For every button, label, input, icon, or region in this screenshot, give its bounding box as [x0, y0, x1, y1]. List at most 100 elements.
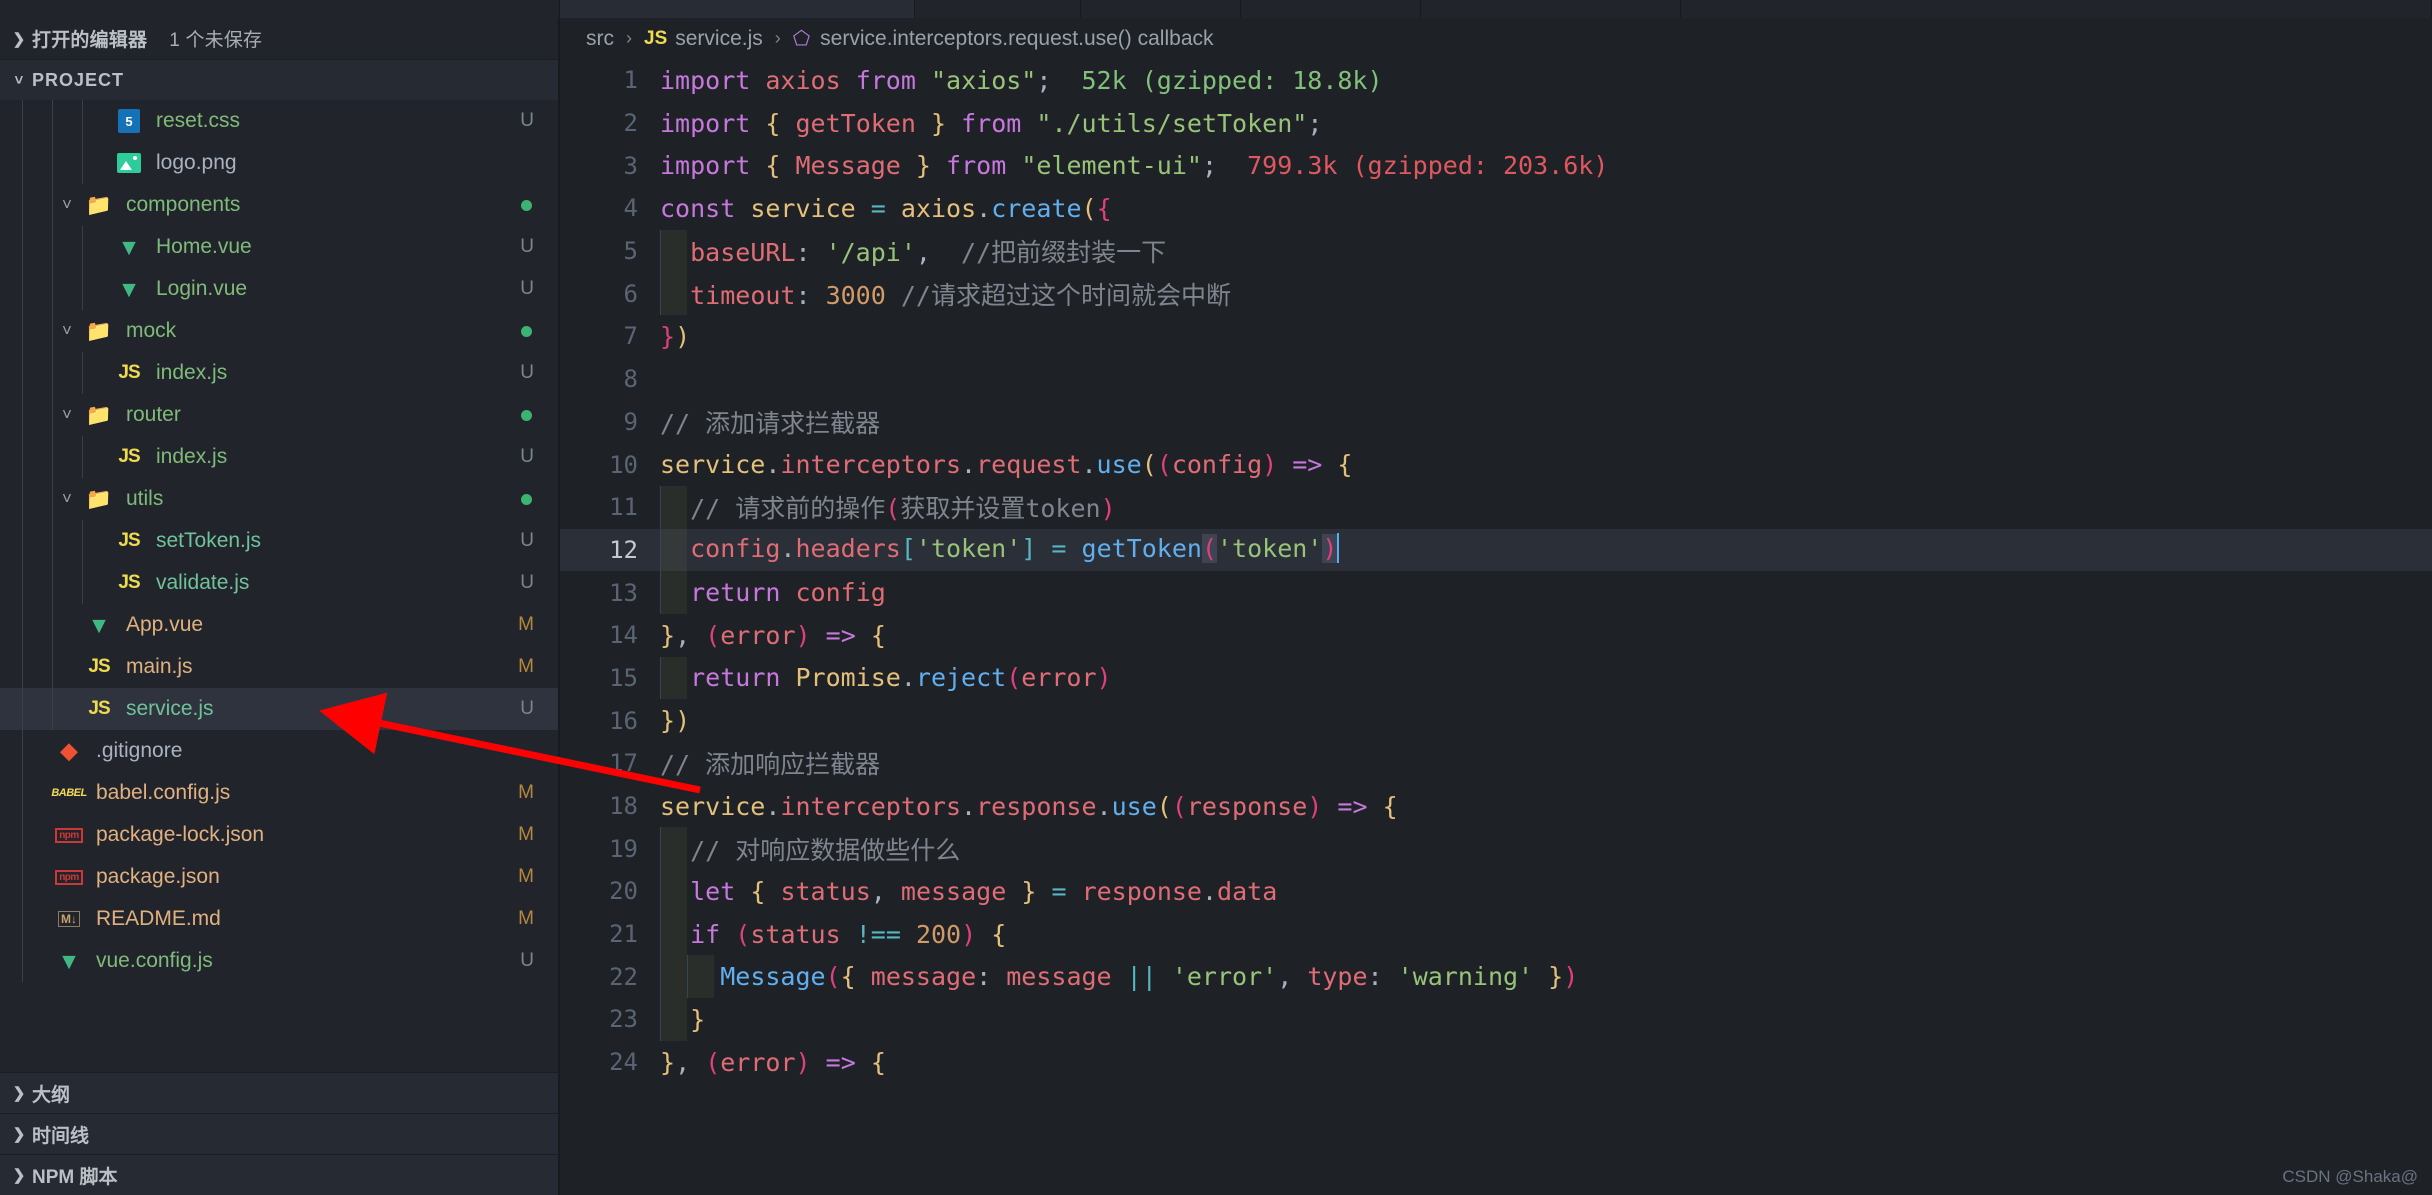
- tree-file-row[interactable]: ◆ .gitignore: [0, 730, 560, 772]
- tree-file-row[interactable]: JS setToken.js U: [0, 520, 560, 562]
- code-line[interactable]: 14}, (error) => {: [560, 614, 2432, 657]
- code-line[interactable]: 15 return Promise.reject(error): [560, 656, 2432, 700]
- breadcrumb-file[interactable]: service.js: [675, 27, 763, 51]
- file-tree[interactable]: 5 reset.css U logo.png ˅ 📁 components ▼ Home.vue…: [0, 100, 560, 1072]
- code-token: [: [900, 534, 916, 564]
- breadcrumb[interactable]: src › JS service.js › ⬠ service.intercep…: [560, 18, 2432, 59]
- tree-folder-row[interactable]: ˅ 📁 components: [0, 184, 560, 226]
- tree-file-row[interactable]: JS main.js M: [0, 646, 560, 688]
- git-status-badge: U: [520, 362, 534, 383]
- tree-file-row[interactable]: 5 reset.css U: [0, 100, 560, 142]
- chevron-down-icon[interactable]: ˅: [52, 321, 82, 341]
- tree-folder-row[interactable]: ˅ 📁 mock: [0, 310, 560, 352]
- indent-guide: [22, 352, 23, 394]
- code-token: 获取并设置token: [900, 494, 1101, 524]
- code-token: 'warning': [1397, 962, 1534, 992]
- code-token: timeout: [690, 280, 796, 310]
- folder-router-icon: 📁: [85, 403, 113, 427]
- line-number: 9: [623, 407, 638, 436]
- sidebar-section-时间线[interactable]: ❯ 时间线: [0, 1113, 560, 1154]
- code-line[interactable]: 10 service.interceptors.request.use((conf…: [560, 443, 2432, 486]
- tab-strip-segment[interactable]: [915, 0, 1081, 18]
- js-file-icon: JS: [118, 572, 140, 593]
- code-token: (: [735, 919, 751, 949]
- breadcrumb-root[interactable]: src: [586, 27, 614, 51]
- tree-file-row[interactable]: BABEL babel.config.js M: [0, 772, 560, 814]
- code-line[interactable]: 11 // 请求前的操作(获取并设置token): [560, 485, 2432, 529]
- line-number: 3: [623, 151, 638, 180]
- indent-guide: [52, 520, 53, 562]
- code-line-text: import { getToken } from "./utils/setTok…: [660, 109, 1322, 138]
- tree-file-row[interactable]: JS index.js U: [0, 352, 560, 394]
- code-line[interactable]: 8: [560, 358, 2432, 401]
- tree-file-row[interactable]: logo.png: [0, 142, 560, 184]
- code-token: // 添加响应拦截器: [660, 750, 881, 780]
- tree-file-row[interactable]: ▼ Login.vue U: [0, 268, 560, 310]
- code-token: .: [961, 450, 977, 480]
- section-open-editors[interactable]: ❯ 打开的编辑器 1 个未保存: [0, 18, 560, 59]
- tree-file-row[interactable]: npm package.json M: [0, 856, 560, 898]
- code-token: {: [1096, 193, 1112, 223]
- code-line[interactable]: 24}, (error) => {: [560, 1041, 2432, 1084]
- code-line[interactable]: 5 baseURL: '/api', //把前缀封装一下: [560, 229, 2432, 273]
- tab-strip-segment[interactable]: [1241, 0, 1421, 18]
- tree-file-row[interactable]: npm package-lock.json M: [0, 814, 560, 856]
- tree-file-row[interactable]: ▼ App.vue M: [0, 604, 560, 646]
- code-line[interactable]: 6 timeout: 3000 //请求超过这个时间就会中断: [560, 272, 2432, 316]
- indent-guide: [52, 436, 53, 478]
- git-status-badge: M: [518, 866, 534, 887]
- chevron-down-icon[interactable]: ˅: [52, 489, 82, 509]
- code-token: // 请求前的操作: [690, 494, 886, 524]
- tab-strip-segment[interactable]: [1681, 0, 2432, 18]
- code-line-text: Message({ message: message || 'error', t…: [660, 962, 1578, 991]
- sidebar-section-NPM 脚本[interactable]: ❯ NPM 脚本: [0, 1154, 560, 1195]
- tree-file-row[interactable]: JS validate.js U: [0, 562, 560, 604]
- code-line[interactable]: 19 // 对响应数据做些什么: [560, 827, 2432, 871]
- code-line[interactable]: 22 Message({ message: message || 'error'…: [560, 955, 2432, 999]
- code-line[interactable]: 12 config.headers['token'] = getToken('t…: [560, 528, 2432, 572]
- tab-strip-segment[interactable]: [1421, 0, 1681, 18]
- tree-folder-row[interactable]: ˅ 📁 utils: [0, 478, 560, 520]
- image-file-icon: [112, 149, 146, 177]
- code-line[interactable]: 9 // 添加请求拦截器: [560, 401, 2432, 444]
- babel-file-icon: BABEL: [51, 787, 87, 799]
- tree-file-row[interactable]: ▼ vue.config.js U: [0, 940, 560, 982]
- tab-strip-segment[interactable]: [1081, 0, 1241, 18]
- tree-file-row[interactable]: JS index.js U: [0, 436, 560, 478]
- code-line[interactable]: 1 import axios from "axios"; 52k (gzipped…: [560, 59, 2432, 102]
- tree-file-row[interactable]: M↓ README.md M: [0, 898, 560, 940]
- code-line[interactable]: 3 import { Message } from "element-ui"; 7…: [560, 144, 2432, 187]
- tree-file-row[interactable]: JS service.js U: [0, 688, 560, 730]
- breadcrumb-symbol[interactable]: service.interceptors.request.use() callb…: [820, 27, 1213, 51]
- tree-folder-row[interactable]: ˅ 📁 router: [0, 394, 560, 436]
- code-line[interactable]: 7}): [560, 315, 2432, 358]
- tree-file-row[interactable]: ▼ Home.vue U: [0, 226, 560, 268]
- code-line[interactable]: 20 let { status, message } = response.da…: [560, 870, 2432, 913]
- indent-guide: [52, 310, 53, 352]
- git-status-badge: M: [518, 782, 534, 803]
- code-line[interactable]: 4 const service = axios.create({: [560, 187, 2432, 230]
- code-line[interactable]: 23 }: [560, 998, 2432, 1041]
- code-lines-container[interactable]: 1 import axios from "axios"; 52k (gzipped…: [560, 59, 2432, 1195]
- chevron-down-icon[interactable]: ˅: [52, 405, 82, 425]
- line-number: 1: [623, 66, 638, 95]
- code-line[interactable]: 16}): [560, 699, 2432, 742]
- code-line[interactable]: 17 // 添加响应拦截器: [560, 742, 2432, 785]
- folder-components-icon: 📁: [85, 193, 113, 217]
- code-line[interactable]: 18 service.interceptors.response.use((res…: [560, 785, 2432, 828]
- code-line[interactable]: 2 import { getToken } from "./utils/setTo…: [560, 102, 2432, 145]
- section-project[interactable]: ˅ PROJECT: [0, 59, 560, 100]
- code-token: ;: [1201, 151, 1218, 181]
- code-token: '/api': [825, 238, 916, 268]
- chevron-down-icon[interactable]: ˅: [52, 195, 82, 215]
- tab-strip-segment[interactable]: [560, 0, 915, 18]
- code-line[interactable]: 21 if (status !== 200) {: [560, 912, 2432, 956]
- code-line[interactable]: 13 return config: [560, 571, 2432, 614]
- js-file-icon: JS: [118, 446, 140, 467]
- sidebar-section-大纲[interactable]: ❯ 大纲: [0, 1072, 560, 1113]
- code-token: =>: [1337, 791, 1368, 821]
- tree-item-label: logo.png: [156, 151, 237, 174]
